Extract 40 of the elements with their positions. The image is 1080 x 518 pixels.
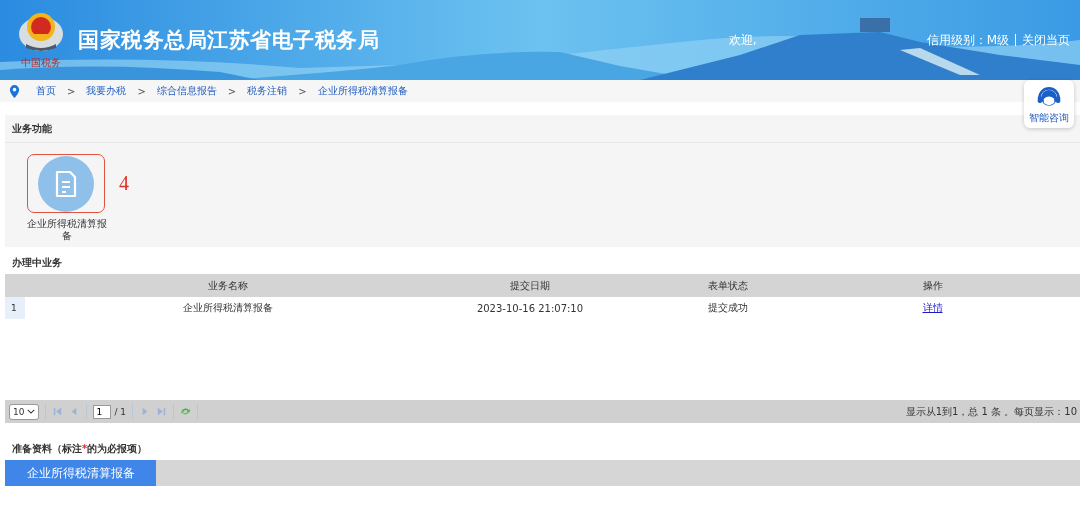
column-header: 业务名称 — [206, 278, 249, 293]
breadcrumb-link[interactable]: 综合信息报告 — [156, 84, 217, 98]
document-icon — [54, 169, 78, 198]
row-number: 1 — [5, 297, 25, 319]
breadcrumb-separator: > — [67, 85, 76, 97]
pager-summary: 显示从1到1，总 1 条 。每页显示：10 — [905, 404, 1078, 419]
function-label: 企业所得税清算报备 — [26, 218, 108, 242]
breadcrumb-separator: > — [298, 85, 307, 97]
table-cell-text: 2023-10-16 21:07:10 — [475, 302, 585, 314]
total-pages: / 1 — [114, 406, 127, 417]
breadcrumb-separator: > — [227, 85, 237, 97]
breadcrumb-link[interactable]: 我要办税 — [86, 84, 127, 98]
section-title: 准备资料（标注*的为必报项） — [11, 442, 149, 456]
welcome-text: 欢迎, — [728, 31, 757, 49]
column-header: 提交日期 — [509, 278, 551, 293]
page-number-field[interactable]: 1 — [93, 404, 112, 419]
logo-caption: 中国税务 — [21, 56, 61, 70]
assistant-button[interactable]: 智能咨询 — [1024, 80, 1074, 128]
breadcrumb-link[interactable]: 企业所得税清算报备 — [317, 84, 408, 98]
table-cell-text: 提交成功 — [706, 301, 749, 315]
annotation-number: 4 — [119, 172, 129, 195]
first-page-icon[interactable] — [52, 406, 64, 417]
credit-level: 信用级别：M级 — [926, 31, 1009, 49]
refresh-icon[interactable] — [180, 406, 192, 417]
location-pin-icon — [9, 84, 20, 98]
emblem-icon — [16, 10, 66, 54]
column-header: 表单状态 — [706, 278, 749, 293]
page-size-select[interactable]: 10 — [9, 403, 40, 420]
chevron-down-icon — [27, 409, 36, 414]
material-tab[interactable]: 企业所得税清算报备 — [5, 460, 156, 486]
breadcrumb-separator: > — [137, 85, 146, 97]
section-title: 办理中业务 — [11, 256, 63, 270]
column-header: 操作 — [921, 278, 944, 293]
breadcrumb-link[interactable]: 首页 — [36, 84, 56, 98]
site-title: 国家税务总局江苏省电子税务局 — [78, 27, 379, 54]
table-cell-text: 企业所得税清算报备 — [181, 301, 274, 315]
breadcrumb-link[interactable]: 税务注销 — [247, 84, 288, 98]
last-page-icon[interactable] — [156, 406, 168, 417]
function-tile[interactable] — [27, 154, 105, 213]
details-link[interactable]: 详情 — [922, 302, 943, 313]
